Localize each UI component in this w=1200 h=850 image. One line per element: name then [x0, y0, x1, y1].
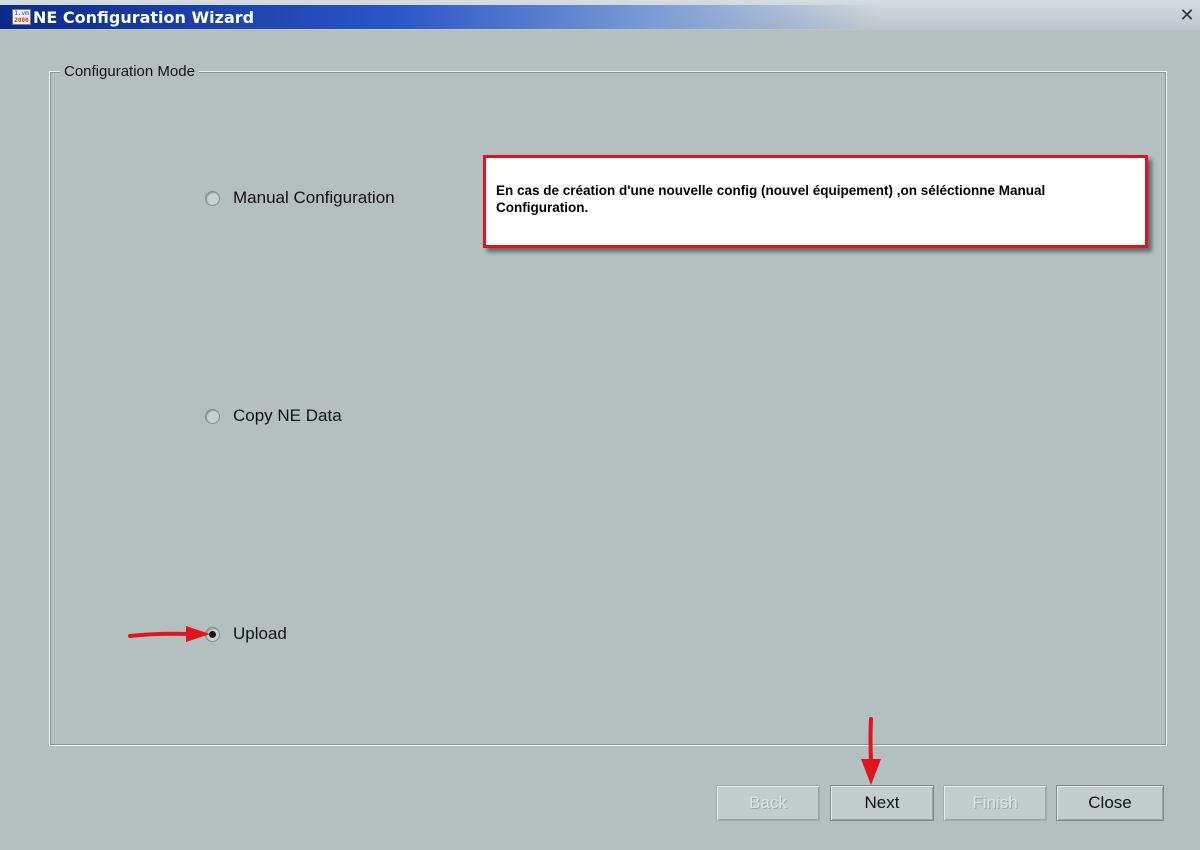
- arrow-right-icon: [128, 626, 210, 642]
- radio-copy-ne-data[interactable]: Copy NE Data: [205, 406, 342, 426]
- radio-label: Upload: [233, 624, 287, 643]
- radio-upload[interactable]: Upload: [205, 624, 287, 644]
- back-button[interactable]: Back: [716, 785, 820, 821]
- close-button[interactable]: Close: [1056, 785, 1164, 821]
- app-icon-line-2: 2000: [14, 17, 29, 24]
- radio-button[interactable]: [205, 190, 220, 206]
- app-icon: 1.vm 2000: [12, 9, 31, 25]
- radio-button[interactable]: [205, 408, 220, 424]
- annotation-callout: En cas de création d'une nouvelle config…: [483, 155, 1148, 248]
- window-title: NE Configuration Wizard: [33, 8, 255, 27]
- close-window-icon[interactable]: ✕: [1178, 7, 1196, 25]
- radio-label: Copy NE Data: [233, 406, 342, 425]
- finish-button[interactable]: Finish: [943, 785, 1047, 821]
- arrow-down-icon: [861, 717, 881, 785]
- title-bar: 1.vm 2000 NE Configuration Wizard ✕: [0, 0, 1200, 30]
- radio-manual-configuration[interactable]: Manual Configuration: [205, 188, 395, 208]
- radio-label: Manual Configuration: [233, 188, 395, 207]
- group-legend: Configuration Mode: [60, 63, 199, 80]
- app-icon-line-1: 1.vm: [14, 10, 29, 17]
- next-button[interactable]: Next: [830, 785, 934, 821]
